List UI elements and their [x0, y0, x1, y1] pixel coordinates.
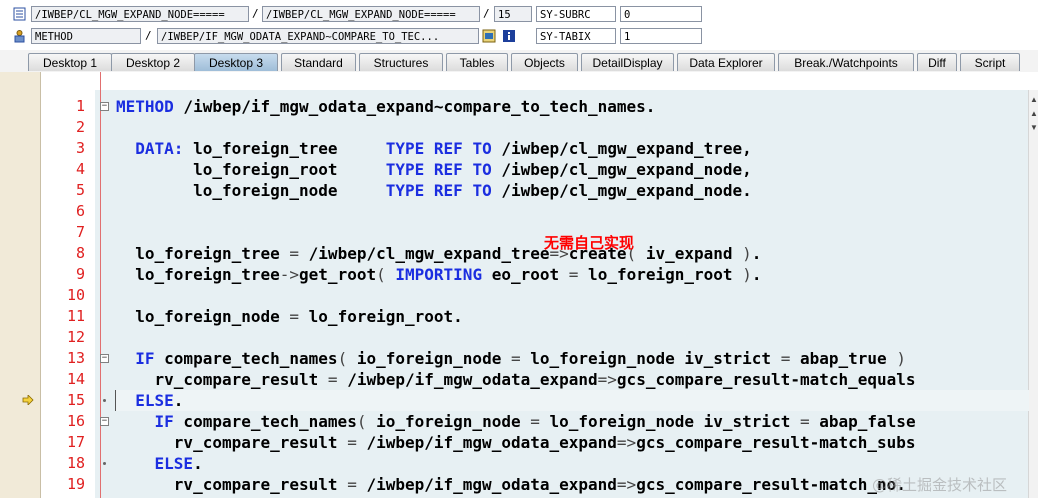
block-marker-icon	[103, 399, 106, 402]
code-line: 9 lo_foreign_tree->get_root( IMPORTING e…	[0, 264, 1028, 285]
fold-collapse-icon[interactable]: −	[100, 354, 109, 363]
code-text: lo_foreign_tree->get_root( IMPORTING eo_…	[116, 265, 762, 284]
vertical-scrollbar[interactable]: ▲ ▲ ▼	[1028, 90, 1038, 498]
line-number: 19	[66, 475, 85, 493]
current-line-highlight	[115, 390, 1029, 411]
line-number: 18	[66, 454, 85, 472]
tab-standard[interactable]: Standard	[281, 53, 356, 71]
code-line: 13 − IF compare_tech_names( io_foreign_n…	[0, 348, 1028, 369]
code-text: IF compare_tech_names( io_foreign_node =…	[135, 349, 906, 368]
code-line: 12	[0, 327, 1028, 348]
tab-breakpoints-watchpoints[interactable]: Break./Watchpoints	[778, 53, 914, 71]
code-line: 17 rv_compare_result = /iwbep/if_mgw_oda…	[0, 432, 1028, 453]
path-separator: /	[145, 29, 152, 42]
execution-pointer-icon	[22, 395, 34, 405]
code-text: ELSE.	[135, 391, 184, 410]
method-name-field[interactable]: /IWBEP/IF_MGW_ODATA_EXPAND~COMPARE_TO_TE…	[157, 28, 479, 44]
fold-collapse-icon[interactable]: −	[100, 102, 109, 111]
code-line: 4 lo_foreign_root TYPE REF TO /iwbep/cl_…	[0, 159, 1028, 180]
code-line: 6	[0, 201, 1028, 222]
info-icon[interactable]	[502, 29, 516, 43]
tab-tables[interactable]: Tables	[446, 53, 508, 71]
editor-header-strip	[95, 72, 1028, 90]
code-line: 5 lo_foreign_node TYPE REF TO /iwbep/cl_…	[0, 180, 1028, 201]
line-number: 2	[75, 118, 85, 136]
code-text: lo_foreign_root TYPE REF TO /iwbep/cl_mg…	[116, 160, 752, 179]
block-marker-icon	[103, 462, 106, 465]
code-text: rv_compare_result = /iwbep/if_mgw_odata_…	[116, 433, 916, 452]
source-code-editor[interactable]: ▲ ▲ ▼ 1 − METHOD /iwbep/if_mgw_odata_exp…	[0, 72, 1038, 498]
sysvar-name-field[interactable]: SY-SUBRC	[536, 6, 616, 22]
code-line: 16 − IF compare_tech_names( io_foreign_n…	[0, 411, 1028, 432]
current-code-line: 15 ELSE.	[0, 390, 1029, 411]
method-icon	[14, 30, 25, 43]
sysvar-name-field[interactable]: SY-TABIX	[536, 28, 616, 44]
info-row-program: /IWBEP/CL_MGW_EXPAND_NODE===== / /IWBEP/…	[0, 4, 1038, 26]
tab-detail-display[interactable]: DetailDisplay	[581, 53, 674, 71]
tab-desktop-3[interactable]: Desktop 3	[194, 53, 278, 71]
class-builder-icon[interactable]	[482, 29, 496, 43]
code-line: 7	[0, 222, 1028, 243]
line-number: 9	[75, 265, 85, 283]
line-number: 13	[66, 349, 85, 367]
line-number: 14	[66, 370, 85, 388]
tab-script[interactable]: Script	[960, 53, 1020, 71]
code-line: 8 lo_foreign_tree = /iwbep/cl_mgw_expand…	[0, 243, 1028, 264]
line-number: 16	[66, 412, 85, 430]
fold-collapse-icon[interactable]: −	[100, 417, 109, 426]
line-number-field[interactable]: 15	[494, 6, 532, 22]
code-text: rv_compare_result = /iwbep/if_mgw_odata_…	[116, 370, 916, 389]
scroll-up-icon[interactable]: ▲	[1030, 96, 1038, 104]
program-icon	[13, 7, 26, 21]
event-type-field[interactable]: METHOD	[31, 28, 141, 44]
line-number: 11	[66, 307, 85, 325]
code-text: IF compare_tech_names( io_foreign_node =…	[154, 412, 916, 431]
info-row-method: METHOD / /IWBEP/IF_MGW_ODATA_EXPAND~COMP…	[0, 26, 1038, 48]
path-separator: /	[252, 7, 259, 20]
code-line: 11 lo_foreign_node = lo_foreign_root.	[0, 306, 1028, 327]
sysvar-value-field[interactable]: 0	[620, 6, 702, 22]
sysvar-value-field[interactable]: 1	[620, 28, 702, 44]
tab-desktop-2[interactable]: Desktop 2	[111, 53, 195, 71]
tab-objects[interactable]: Objects	[511, 53, 578, 71]
line-number: 6	[75, 202, 85, 220]
tab-desktop-1[interactable]: Desktop 1	[28, 53, 112, 71]
code-text: lo_foreign_node = lo_foreign_root.	[116, 307, 463, 326]
code-line: 18 ELSE.	[0, 453, 1028, 474]
code-text: METHOD /iwbep/if_mgw_odata_expand~compar…	[116, 97, 656, 116]
line-number: 7	[75, 223, 85, 241]
path-separator: /	[483, 7, 490, 20]
line-number: 4	[75, 160, 85, 178]
line-number: 12	[66, 328, 85, 346]
code-text: ELSE.	[154, 454, 203, 473]
code-text: rv_compare_result = /iwbep/if_mgw_odata_…	[116, 475, 906, 494]
line-number: 1	[75, 97, 85, 115]
watermark: @稀土掘金技术社区	[872, 476, 1008, 494]
line-number: 5	[75, 181, 85, 199]
code-text: lo_foreign_tree = /iwbep/cl_mgw_expand_t…	[116, 244, 762, 263]
debugger-info-panel: /IWBEP/CL_MGW_EXPAND_NODE===== / /IWBEP/…	[0, 0, 1038, 50]
line-number: 10	[66, 286, 85, 304]
tab-structures[interactable]: Structures	[359, 53, 443, 71]
tab-data-explorer[interactable]: Data Explorer	[677, 53, 775, 71]
program-field[interactable]: /IWBEP/CL_MGW_EXPAND_NODE=====	[31, 6, 249, 22]
code-text: lo_foreign_node TYPE REF TO /iwbep/cl_mg…	[116, 181, 752, 200]
code-line: 3 DATA: lo_foreign_tree TYPE REF TO /iwb…	[0, 138, 1028, 159]
scroll-up-icon[interactable]: ▲	[1030, 110, 1038, 118]
annotation-text: 无需自己实现	[544, 234, 635, 252]
tab-diff[interactable]: Diff	[917, 53, 957, 71]
line-number: 15	[66, 391, 85, 409]
include-field[interactable]: /IWBEP/CL_MGW_EXPAND_NODE=====	[262, 6, 480, 22]
line-number: 8	[75, 244, 85, 262]
code-text: DATA: lo_foreign_tree TYPE REF TO /iwbep…	[135, 139, 752, 158]
code-line: 2	[0, 117, 1028, 138]
code-line: 14 rv_compare_result = /iwbep/if_mgw_oda…	[0, 369, 1028, 390]
line-number: 17	[66, 433, 85, 451]
code-line: 10	[0, 285, 1028, 306]
line-number: 3	[75, 139, 85, 157]
code-line: 1 − METHOD /iwbep/if_mgw_odata_expand~co…	[0, 96, 1028, 117]
debugger-tab-strip: Desktop 1 Desktop 2 Desktop 3 Standard S…	[0, 50, 1038, 73]
scroll-down-icon[interactable]: ▼	[1030, 124, 1038, 132]
